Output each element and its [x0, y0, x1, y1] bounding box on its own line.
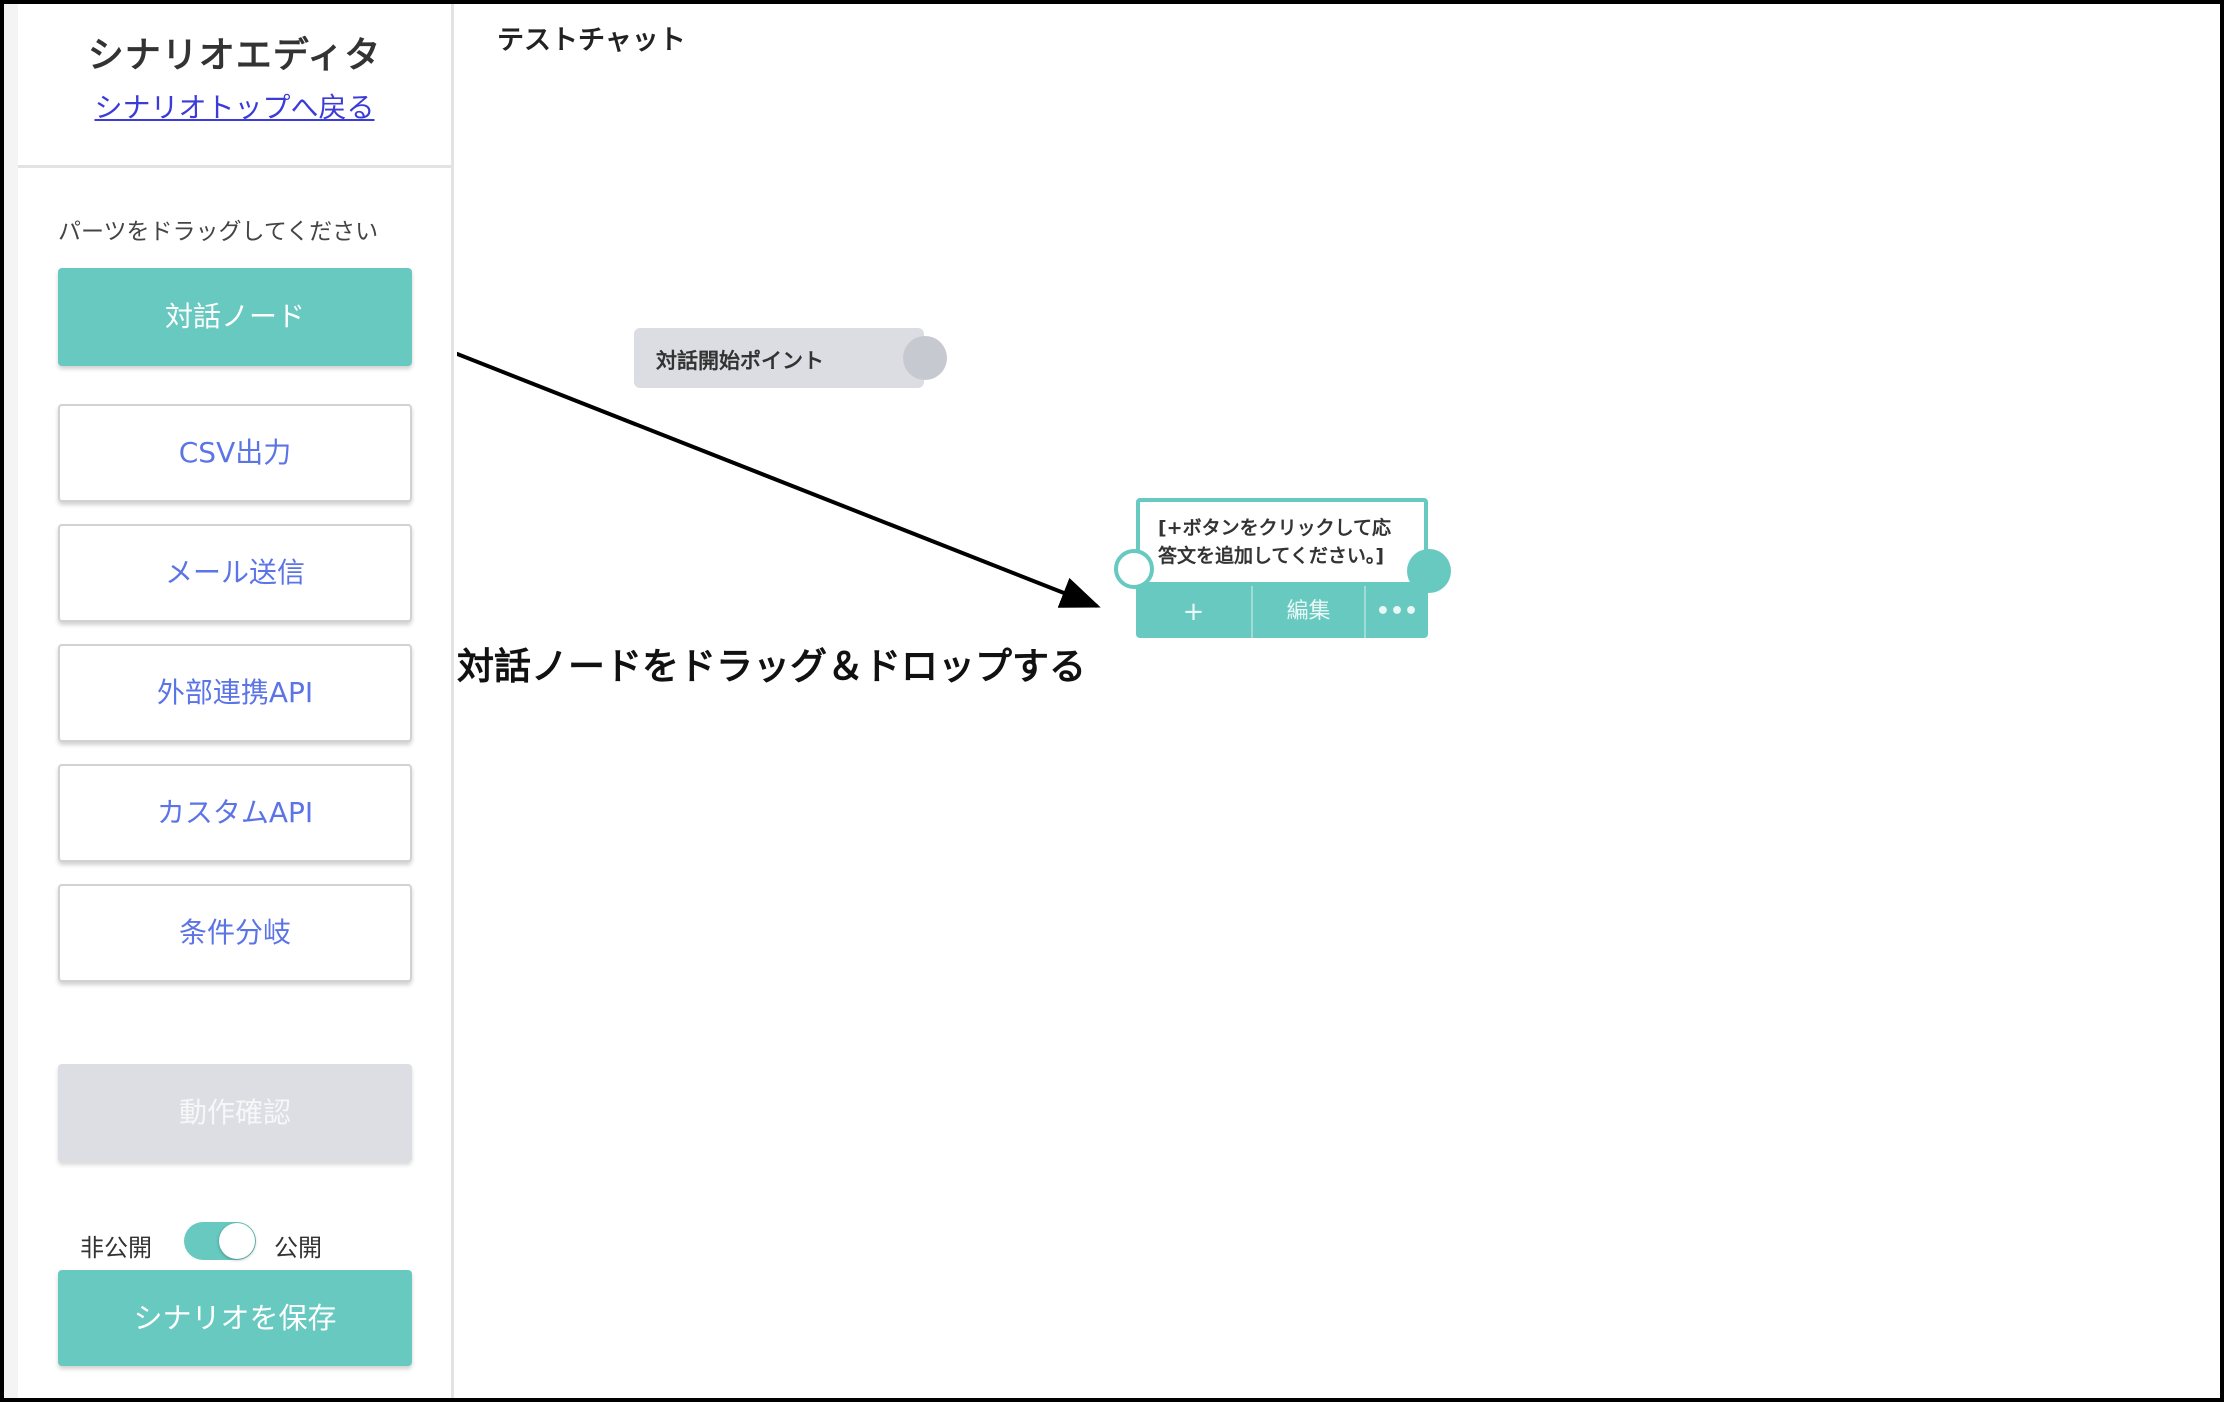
node-text-line-1: [+ボタンをクリックして応: [1158, 517, 1392, 539]
part-external-api[interactable]: 外部連携API: [58, 644, 412, 742]
part-send-mail[interactable]: メール送信: [58, 524, 412, 622]
parts-hint: パーツをドラッグしてください: [58, 219, 379, 245]
arrow-annotation-icon: [457, 351, 1101, 608]
dialogue-node[interactable]: [+ボタンをクリックして応 答文を追加してください。] + 編集 •••: [1136, 498, 1428, 638]
back-to-scenario-top-link[interactable]: シナリオトップへ戻る: [18, 86, 451, 126]
publish-toggle[interactable]: [184, 1222, 256, 1260]
node-text-line-2: 答文を追加してください。]: [1158, 545, 1385, 567]
publish-toggle-row: 非公開 公開: [80, 1222, 420, 1262]
test-run-button[interactable]: 動作確認: [58, 1064, 412, 1162]
part-custom-api[interactable]: カスタムAPI: [58, 764, 412, 862]
add-response-button[interactable]: +: [1136, 586, 1253, 638]
part-dialogue-node[interactable]: 対話ノード: [58, 268, 412, 366]
part-csv-output[interactable]: CSV出力: [58, 404, 412, 502]
sidebar: シナリオエディタ シナリオトップへ戻る パーツをドラッグしてください 対話ノード…: [4, 4, 454, 1398]
node-output-handle[interactable]: [1407, 549, 1451, 593]
sidebar-header: シナリオエディタ シナリオトップへ戻る: [18, 4, 451, 168]
node-input-handle[interactable]: [1114, 549, 1154, 589]
save-scenario-button[interactable]: シナリオを保存: [58, 1270, 412, 1366]
toggle-knob: [219, 1223, 255, 1259]
instruction-caption: 対話ノードをドラッグ＆ドロップする: [457, 645, 1086, 688]
editor-canvas[interactable]: テストチャット 対話開始ポイント [+ボタンをクリックして応 答文を追加してくだ…: [457, 4, 2220, 1398]
ellipsis-icon[interactable]: •••: [1366, 586, 1428, 638]
private-label: 非公開: [80, 1234, 152, 1262]
node-toolbar: + 編集 •••: [1136, 586, 1428, 638]
dialogue-node-body[interactable]: [+ボタンをクリックして応 答文を追加してください。]: [1136, 498, 1428, 586]
edit-node-button[interactable]: 編集: [1253, 586, 1366, 638]
page-title: シナリオエディタ: [87, 35, 382, 76]
public-label: 公開: [274, 1234, 322, 1262]
part-conditional-branch[interactable]: 条件分岐: [58, 884, 412, 982]
